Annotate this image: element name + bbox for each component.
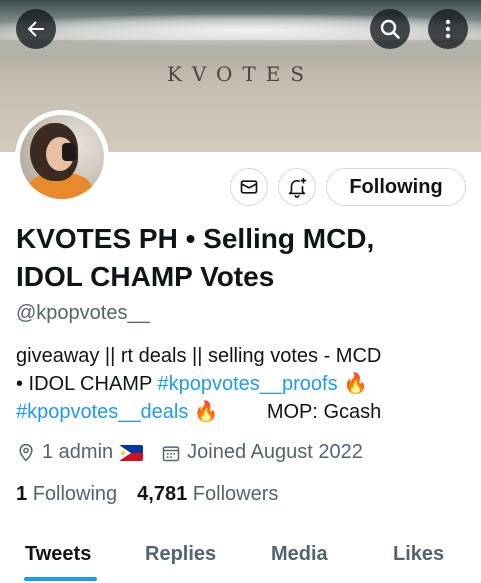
search-button[interactable]: [370, 9, 410, 49]
following-label: Following: [32, 483, 118, 505]
profile-tabs: Tweets Replies Media Likes: [0, 540, 481, 583]
more-vertical-icon: [445, 19, 451, 39]
tab-likes[interactable]: Likes: [393, 543, 444, 566]
join-date: Joined August 2022: [161, 441, 363, 464]
active-tab-indicator: [24, 577, 97, 581]
location-text: 1 admin: [42, 441, 114, 463]
bio-line-2: • IDOL CHAMP #kpopvotes__proofs 🔥: [16, 370, 466, 398]
banner-title: KVOTES: [166, 62, 315, 86]
followers-link[interactable]: 4,781 Followers: [137, 483, 278, 506]
tab-tweets[interactable]: Tweets: [25, 543, 91, 566]
followers-count: 4,781: [137, 483, 188, 505]
back-button[interactable]: [16, 9, 56, 49]
envelope-icon: [240, 180, 258, 194]
following-link[interactable]: 1 Following: [16, 483, 117, 506]
location-pin-icon: [19, 443, 33, 462]
followers-label: Followers: [192, 483, 279, 505]
fire-emoji: 🔥: [188, 401, 219, 423]
tab-replies[interactable]: Replies: [145, 543, 216, 566]
arrow-left-icon: [27, 21, 44, 37]
hashtag-deals-link[interactable]: #kpopvotes__deals: [16, 401, 188, 423]
bio-line-1: giveaway || rt deals || selling votes - …: [16, 345, 382, 367]
following-button[interactable]: Following: [326, 168, 466, 206]
fire-emoji: 🔥: [337, 373, 369, 395]
bio-line-3: #kpopvotes__deals 🔥 MOP: Gcash: [16, 398, 466, 426]
display-name-line-1: KVOTES PH • Selling MCD,: [16, 223, 375, 254]
more-options-button[interactable]: [428, 9, 468, 49]
display-name: KVOTES PH • Selling MCD, IDOL CHAMP Vote…: [16, 220, 456, 296]
bell-plus-icon: [288, 177, 307, 198]
calendar-icon: [162, 445, 180, 461]
search-icon: [380, 19, 400, 39]
bio-text: • IDOL CHAMP: [16, 373, 158, 395]
join-date-text: Joined August 2022: [187, 441, 363, 463]
user-handle: @kpopvotes__: [16, 302, 150, 324]
bio-mop: MOP: Gcash: [266, 401, 382, 423]
message-button[interactable]: [230, 168, 268, 206]
profile-meta: 1 admin Joined August 2022: [16, 441, 363, 464]
philippines-flag-icon: [119, 444, 144, 461]
follow-stats: 1 Following 4,781 Followers: [16, 483, 278, 506]
following-count: 1: [16, 483, 28, 505]
bio: giveaway || rt deals || selling votes - …: [16, 342, 466, 426]
hashtag-proofs-link[interactable]: #kpopvotes__proofs: [157, 373, 337, 395]
location: 1 admin: [16, 441, 144, 464]
tab-media[interactable]: Media: [271, 543, 328, 566]
avatar[interactable]: [15, 110, 109, 204]
notifications-button[interactable]: [278, 168, 316, 206]
display-name-line-2: IDOL CHAMP Votes: [16, 261, 275, 292]
